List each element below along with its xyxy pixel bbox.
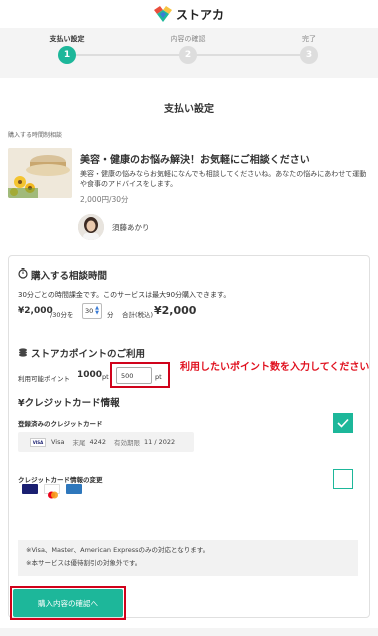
card-heading-text: クレジットカード情報 xyxy=(24,398,120,409)
card-tail: 4242 xyxy=(89,438,107,446)
step-2-circle: 2 xyxy=(179,46,197,64)
notice-line-1: ※Visa、Master、American Expressのみの対応となります。 xyxy=(26,546,210,554)
change-card-checkbox[interactable] xyxy=(333,469,353,489)
service-section-label: 購入する時間制相談 xyxy=(8,132,63,139)
available-points-unit: pt xyxy=(102,373,109,381)
card-heading: ¥クレジットカード情報 xyxy=(18,395,120,409)
change-card-label: クレジットカード情報の変更 xyxy=(18,476,103,484)
card-expiry-label: 有効期限 xyxy=(114,439,141,447)
service-price: 2,000円/30分 xyxy=(80,195,129,204)
step-2-label: 内容の確認 xyxy=(170,35,206,43)
available-points-label: 利用可能ポイント xyxy=(18,375,70,383)
minutes-value: 30 xyxy=(85,307,94,315)
progress-steps: 支払い設定 内容の確認 完了 1 2 3 xyxy=(0,28,378,78)
points-heading: ストアカポイントのご利用 xyxy=(18,346,145,360)
visa-icon xyxy=(22,484,38,494)
footer-strip xyxy=(0,628,378,636)
visa-card-icon: VISA xyxy=(30,437,46,447)
app-header: ストアカ xyxy=(0,0,378,28)
minutes-unit: 分 xyxy=(107,311,114,319)
card-tail-label: 末尾 xyxy=(72,439,86,447)
registered-card-label: 登録済みのクレジットカード xyxy=(18,420,103,428)
points-annotation: 利用したいポイント数を入力してください xyxy=(180,362,370,373)
purchase-time-heading-text: 購入する相談時間 xyxy=(31,271,108,282)
service-description: 美容・健康の悩みならお気軽になんでも相談してくださいね。あなたの悩みにあわせて運… xyxy=(80,170,367,188)
step-connector xyxy=(67,54,188,56)
coach-name[interactable]: 須藤あかり xyxy=(112,222,150,233)
page-title: 支払い設定 xyxy=(164,104,214,115)
amex-icon xyxy=(66,484,82,494)
unit-price-suffix: /30分を xyxy=(50,311,74,319)
service-thumbnail[interactable] xyxy=(8,148,72,198)
check-icon xyxy=(337,418,349,428)
step-3-label: 完了 xyxy=(302,35,316,43)
mastercard-icon xyxy=(44,484,60,499)
card-brand: Visa xyxy=(51,438,65,446)
available-points-value: 1000 xyxy=(77,370,103,380)
purchase-time-note: 30分ごとの時間課金です。このサービスは最大90分購入できます。 xyxy=(18,291,231,299)
unit-price: ¥2,000 xyxy=(18,306,53,316)
brand-name: ストアカ xyxy=(175,7,224,22)
coins-icon xyxy=(18,347,28,360)
step-1-circle: 1 xyxy=(58,46,76,64)
stepper-arrows-icon[interactable]: ▲ ▼ xyxy=(95,306,99,316)
storeaka-logo-icon xyxy=(153,6,172,22)
points-input[interactable]: 500 xyxy=(116,367,152,384)
registered-card-row[interactable]: VISA Visa 末尾 4242 有効期限 11 / 2022 xyxy=(18,432,194,452)
total-label: 合計(税込) xyxy=(122,311,154,319)
coach-avatar[interactable] xyxy=(78,214,104,240)
stopwatch-icon xyxy=(18,268,28,282)
points-heading-text: ストアカポイントのご利用 xyxy=(31,349,146,360)
points-input-unit: pt xyxy=(155,373,162,381)
step-3-circle: 3 xyxy=(300,46,318,64)
card-expiry: 11 / 2022 xyxy=(144,438,176,446)
yen-icon: ¥ xyxy=(18,398,25,409)
service-title[interactable]: 美容・健康のお悩み解決！お気軽にご相談ください xyxy=(80,151,310,166)
confirm-purchase-button[interactable]: 購入内容の確認へ xyxy=(13,589,123,617)
card-notice: ※Visa、Master、American Expressのみの対応となります。… xyxy=(18,540,358,576)
points-input-value: 500 xyxy=(121,371,134,380)
notice-line-2: ※本サービスは優待割引の対象外です。 xyxy=(26,559,142,567)
minutes-stepper[interactable]: 30 ▲ ▼ xyxy=(82,303,102,319)
registered-card-checkbox[interactable] xyxy=(333,413,353,433)
total-price: ¥2,000 xyxy=(154,304,197,317)
purchase-time-heading: 購入する相談時間 xyxy=(18,268,107,282)
step-connector xyxy=(188,54,309,56)
step-1-label: 支払い設定 xyxy=(49,35,85,43)
